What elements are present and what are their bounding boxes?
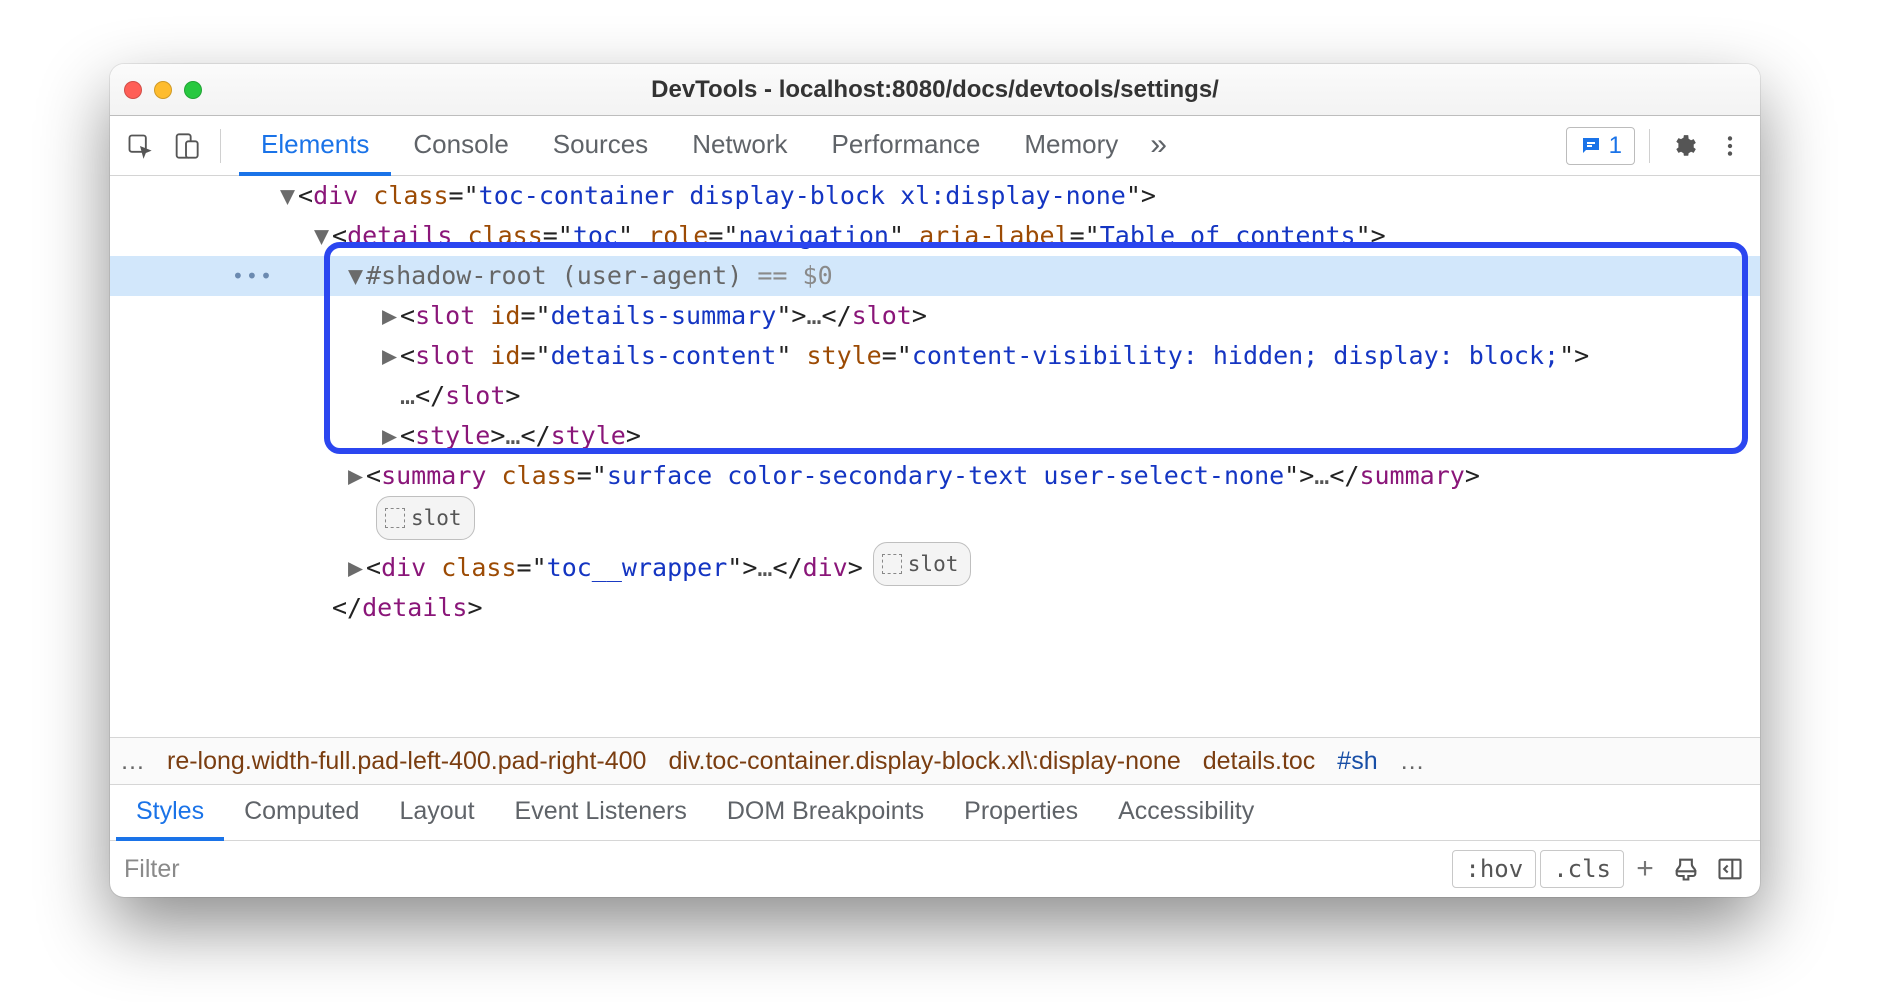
tab-dom-breakpoints[interactable]: DOM Breakpoints xyxy=(707,786,944,841)
inspect-element-icon[interactable] xyxy=(120,126,160,166)
tab-layout[interactable]: Layout xyxy=(379,786,494,841)
tab-elements[interactable]: Elements xyxy=(239,117,391,176)
toolbar-separator xyxy=(220,129,221,163)
breadcrumb-overflow-right[interactable]: … xyxy=(1400,747,1425,776)
gutter-ellipsis-icon[interactable]: ••• xyxy=(232,256,274,296)
dom-line-selected[interactable]: ••• ▼#shadow-root (user-agent) == $0 xyxy=(110,256,1760,296)
window-title: DevTools - localhost:8080/docs/devtools/… xyxy=(110,76,1760,104)
more-options-kebab-icon[interactable] xyxy=(1710,126,1750,166)
dom-line[interactable]: ▼<details class="toc" role="navigation" … xyxy=(110,216,1760,256)
dom-tree[interactable]: ▼<div class="toc-container display-block… xyxy=(110,176,1760,737)
styles-pane-tabs: Styles Computed Layout Event Listeners D… xyxy=(110,785,1760,841)
issues-button[interactable]: 1 xyxy=(1566,127,1635,165)
dom-breadcrumb[interactable]: … re-long.width-full.pad-left-400.pad-ri… xyxy=(110,737,1760,785)
tab-sources[interactable]: Sources xyxy=(531,117,670,176)
breadcrumb-item-current[interactable]: #sh xyxy=(1337,747,1377,776)
tab-memory[interactable]: Memory xyxy=(1002,117,1140,176)
styles-filter-input[interactable] xyxy=(120,849,1448,890)
reveal-slot-badge[interactable]: slot xyxy=(873,542,972,586)
zoom-window-button[interactable] xyxy=(184,81,202,99)
tab-accessibility[interactable]: Accessibility xyxy=(1098,786,1274,841)
breadcrumb-item[interactable]: details.toc xyxy=(1203,747,1316,776)
breadcrumb-overflow-left[interactable]: … xyxy=(120,747,145,776)
window-controls xyxy=(124,81,202,99)
dom-line[interactable]: ▶<slot id="details-summary">…</slot> xyxy=(110,296,1760,336)
reveal-slot-badge[interactable]: slot xyxy=(376,496,475,540)
main-toolbar: Elements Console Sources Network Perform… xyxy=(110,116,1760,176)
device-toolbar-icon[interactable] xyxy=(166,126,206,166)
dom-line[interactable]: ▶<slot id="details-content" style="conte… xyxy=(110,336,1760,376)
breadcrumb-item[interactable]: re-long.width-full.pad-left-400.pad-righ… xyxy=(167,747,646,776)
tab-styles[interactable]: Styles xyxy=(116,786,224,841)
tab-properties[interactable]: Properties xyxy=(944,786,1098,841)
reveal-icon xyxy=(385,508,405,528)
dom-line[interactable]: ▶<div class="toc__wrapper">…</div>slot xyxy=(110,542,1760,588)
tab-event-listeners[interactable]: Event Listeners xyxy=(495,786,707,841)
tab-performance[interactable]: Performance xyxy=(810,117,1003,176)
new-style-rule-button[interactable]: + xyxy=(1628,852,1662,886)
toggle-cls-button[interactable]: .cls xyxy=(1540,850,1624,888)
dom-line[interactable]: ▶<summary class="surface color-secondary… xyxy=(110,456,1760,496)
styles-toolbar: :hov .cls + xyxy=(110,841,1760,897)
dom-line[interactable]: ▼<div class="toc-container display-block… xyxy=(110,176,1760,216)
tab-computed[interactable]: Computed xyxy=(224,786,379,841)
paint-brush-icon[interactable] xyxy=(1666,849,1706,889)
titlebar: DevTools - localhost:8080/docs/devtools/… xyxy=(110,64,1760,116)
main-tabs: Elements Console Sources Network Perform… xyxy=(239,116,1177,175)
reveal-icon xyxy=(882,554,902,574)
settings-gear-icon[interactable] xyxy=(1664,126,1704,166)
close-window-button[interactable] xyxy=(124,81,142,99)
toggle-computed-sidebar-icon[interactable] xyxy=(1710,849,1750,889)
dom-line[interactable]: ▶<style>…</style> xyxy=(110,416,1760,456)
tab-network[interactable]: Network xyxy=(670,117,809,176)
dom-line[interactable]: …</slot> xyxy=(110,376,1760,416)
dom-line[interactable]: slot xyxy=(110,496,1760,542)
issues-count: 1 xyxy=(1609,132,1622,160)
devtools-window: DevTools - localhost:8080/docs/devtools/… xyxy=(110,64,1760,897)
dom-line[interactable]: </details> xyxy=(110,588,1760,628)
more-tabs-button[interactable]: » xyxy=(1140,117,1177,176)
breadcrumb-item[interactable]: div.toc-container.display-block.xl\:disp… xyxy=(668,747,1180,776)
toolbar-separator xyxy=(1649,129,1650,163)
tab-console[interactable]: Console xyxy=(391,117,530,176)
toggle-hov-button[interactable]: :hov xyxy=(1452,850,1536,888)
minimize-window-button[interactable] xyxy=(154,81,172,99)
